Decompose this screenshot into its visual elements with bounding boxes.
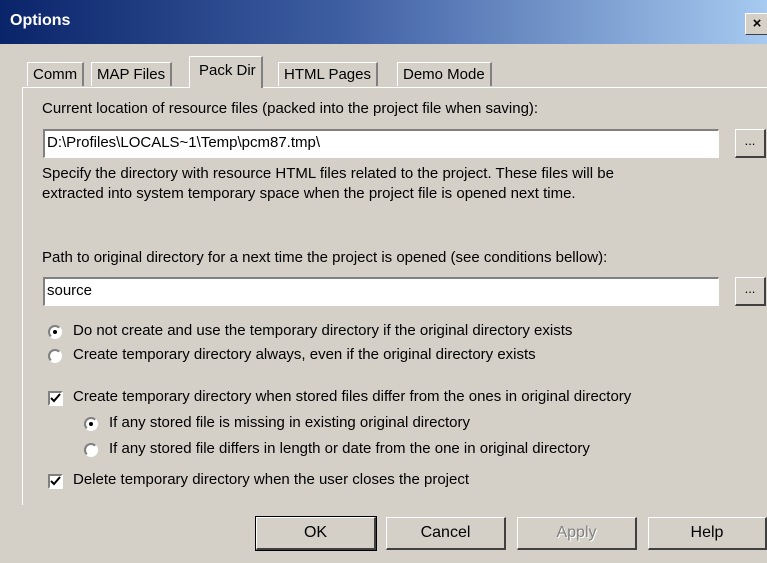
radio-selected-dot (53, 330, 57, 334)
window-title: Options (10, 12, 71, 29)
sub-radio-missing[interactable] (84, 417, 98, 431)
tab-html-pages[interactable]: HTML Pages (278, 62, 378, 86)
tab-comm[interactable]: Comm (27, 62, 85, 86)
original-path-label: Path to original directory for a next ti… (42, 249, 608, 266)
tab-demo-mode[interactable]: Demo Mode (397, 62, 492, 86)
current-location-browse-button[interactable]: ... (735, 129, 766, 158)
apply-button: Apply (517, 517, 637, 550)
cancel-button[interactable]: Cancel (386, 517, 506, 550)
ok-button[interactable]: OK (255, 516, 377, 551)
sub-radio-missing-label[interactable]: If any stored file is missing in existin… (109, 414, 470, 431)
radio-selected-dot (89, 422, 93, 426)
radio-always-temp[interactable] (48, 349, 62, 363)
description-line-1: Specify the directory with resource HTML… (42, 165, 614, 182)
tab-map-files[interactable]: MAP Files (91, 62, 173, 86)
sub-radio-differs-label[interactable]: If any stored file differs in length or … (109, 440, 590, 457)
check-differ-label[interactable]: Create temporary directory when stored f… (73, 388, 631, 405)
radio-no-temp-label[interactable]: Do not create and use the temporary dire… (73, 322, 572, 339)
check-differ[interactable] (48, 391, 63, 406)
checkmark-icon (50, 393, 61, 403)
title-bar: Options × (0, 0, 767, 44)
original-path-field[interactable]: source (43, 277, 719, 306)
check-delete-label[interactable]: Delete temporary directory when the user… (73, 471, 469, 488)
tab-pack-dir[interactable]: Pack Dir (189, 56, 263, 88)
check-delete[interactable] (48, 474, 63, 489)
close-icon: × (752, 15, 762, 32)
current-location-field[interactable]: D:\Profiles\LOCALS~1\Temp\pcm87.tmp\ (43, 129, 719, 158)
original-path-browse-button[interactable]: ... (735, 277, 766, 306)
close-button[interactable]: × (745, 13, 767, 35)
radio-always-temp-label[interactable]: Create temporary directory always, even … (73, 346, 536, 363)
pack-dir-panel: Current location of resource files (pack… (22, 87, 767, 505)
description-line-2: extracted into system temporary space wh… (42, 185, 576, 202)
help-button[interactable]: Help (648, 517, 767, 550)
sub-radio-differs[interactable] (84, 443, 98, 457)
checkmark-icon (50, 476, 61, 486)
radio-no-temp[interactable] (48, 325, 62, 339)
current-location-label: Current location of resource files (pack… (42, 100, 539, 117)
